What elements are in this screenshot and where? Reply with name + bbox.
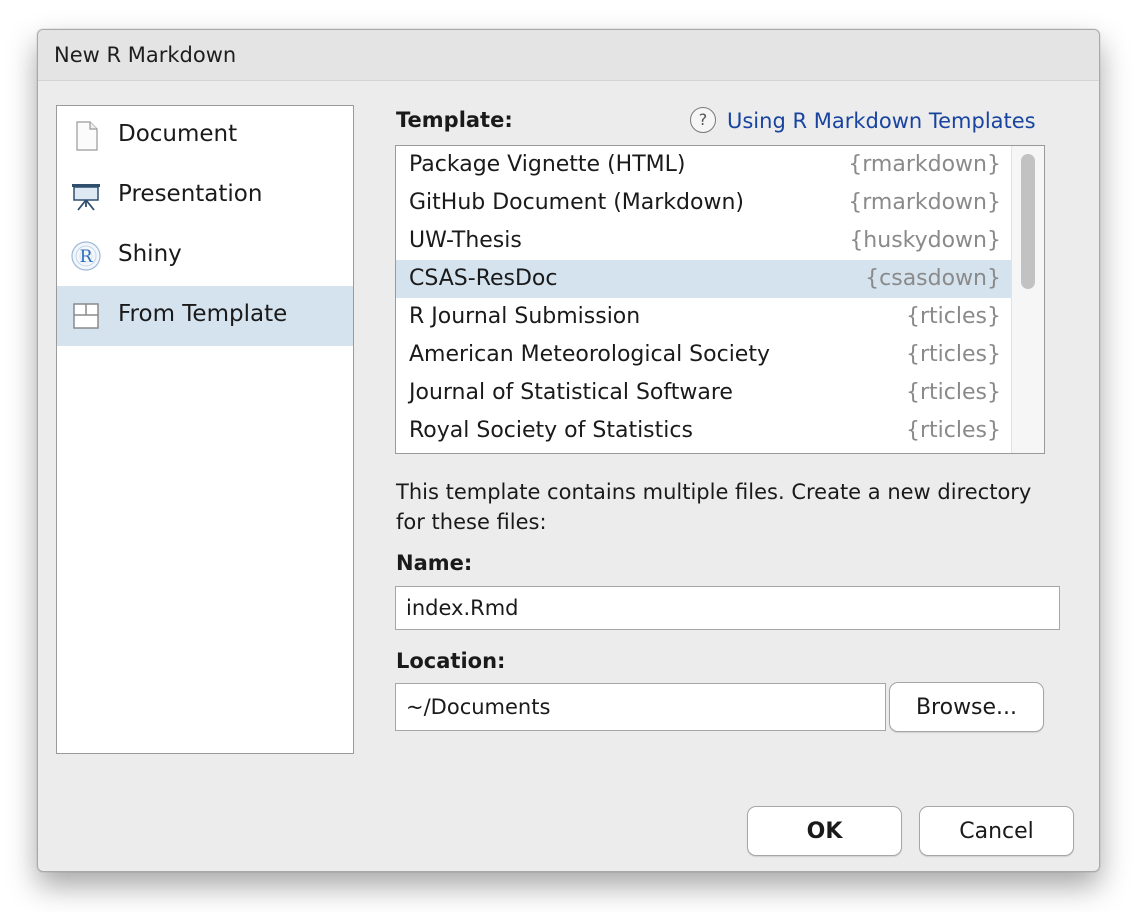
template-list[interactable]: Package Vignette (HTML) {rmarkdown} GitH… — [395, 145, 1045, 454]
location-input[interactable] — [395, 683, 886, 731]
location-label: Location: — [396, 649, 506, 673]
presentation-icon — [72, 184, 100, 211]
dialog-titlebar[interactable]: New R Markdown — [38, 30, 1099, 81]
template-row-selected[interactable]: CSAS-ResDoc {csasdown} — [396, 260, 1011, 298]
template-row[interactable]: Package Vignette (HTML) {rmarkdown} — [396, 146, 1011, 184]
template-name: GitHub Document (Markdown) — [409, 190, 744, 215]
template-name: R Journal Submission — [409, 304, 641, 329]
template-package: {csasdown} — [865, 266, 1001, 291]
sidebar-item-document[interactable]: Document — [57, 106, 353, 166]
template-package: {rticles} — [906, 342, 1001, 367]
name-input[interactable] — [395, 586, 1060, 630]
template-package: {huskydown} — [849, 228, 1001, 253]
template-description: This template contains multiple files. C… — [396, 480, 1032, 534]
template-package: {rmarkdown} — [848, 152, 1001, 177]
template-name: CSAS-ResDoc — [409, 266, 558, 291]
template-name: American Meteorological Society — [409, 342, 770, 367]
sidebar-item-from-template[interactable]: From Template — [57, 286, 353, 346]
template-package: {rticles} — [906, 418, 1001, 443]
template-list-scrollbar[interactable] — [1011, 146, 1044, 453]
sidebar-item-label: From Template — [118, 301, 288, 327]
sidebar-item-label: Presentation — [118, 181, 263, 207]
document-type-list: Document Presentation R Shiny From Templ… — [56, 105, 354, 754]
template-name: Journal of Statistical Software — [409, 380, 733, 405]
template-row[interactable]: Journal of Statistical Software {rticles… — [396, 374, 1011, 412]
new-r-markdown-dialog: New R Markdown Document Presentation R S… — [37, 29, 1100, 872]
template-row[interactable]: GitHub Document (Markdown) {rmarkdown} — [396, 184, 1011, 222]
svg-text:R: R — [80, 247, 94, 267]
template-row[interactable]: UW-Thesis {huskydown} — [396, 222, 1011, 260]
template-package: {rticles} — [906, 380, 1001, 405]
name-label: Name: — [396, 551, 473, 575]
sidebar-item-label: Document — [118, 121, 238, 147]
template-name: Package Vignette (HTML) — [409, 152, 686, 177]
browse-button[interactable]: Browse... — [889, 682, 1044, 732]
document-icon — [76, 121, 98, 151]
ok-button[interactable]: OK — [747, 806, 902, 856]
template-name: Royal Society of Statistics — [409, 418, 693, 443]
template-row[interactable]: R Journal Submission {rticles} — [396, 298, 1011, 336]
shiny-r-icon: R — [71, 241, 101, 271]
cancel-button[interactable]: Cancel — [919, 806, 1074, 856]
template-label: Template: — [396, 108, 513, 132]
sidebar-item-label: Shiny — [118, 241, 182, 267]
scrollbar-thumb[interactable] — [1021, 154, 1035, 289]
template-row[interactable]: American Meteorological Society {rticles… — [396, 336, 1011, 374]
template-icon — [73, 303, 99, 329]
template-package: {rmarkdown} — [848, 190, 1001, 215]
template-name: UW-Thesis — [409, 228, 522, 253]
help-icon: ? — [690, 107, 716, 133]
template-package: {rticles} — [906, 304, 1001, 329]
dialog-title: New R Markdown — [54, 43, 237, 67]
template-row[interactable]: Royal Society of Statistics {rticles} — [396, 412, 1011, 450]
help-link-text[interactable]: Using R Markdown Templates — [727, 109, 1036, 133]
sidebar-item-presentation[interactable]: Presentation — [57, 166, 353, 226]
sidebar-item-shiny[interactable]: R Shiny — [57, 226, 353, 286]
